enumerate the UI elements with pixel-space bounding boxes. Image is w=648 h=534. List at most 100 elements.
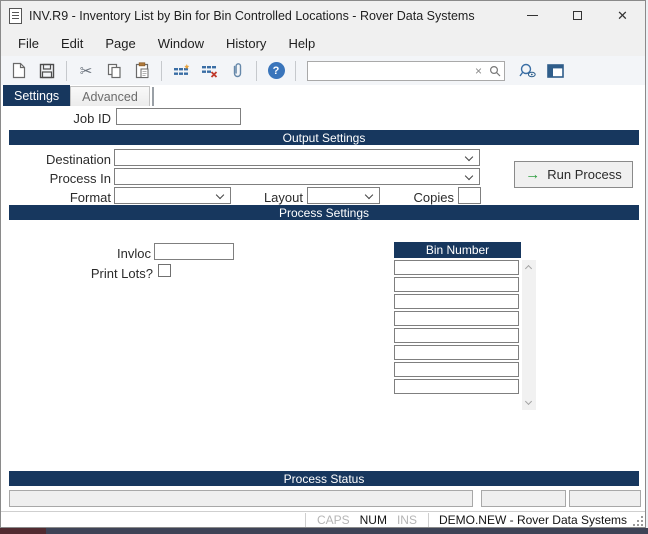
job-id-label: Job ID <box>31 111 111 126</box>
bin-number-input[interactable] <box>394 311 519 326</box>
window-controls: ✕ <box>510 1 645 30</box>
new-document-icon <box>12 62 26 79</box>
zoom-view-button[interactable] <box>515 59 539 83</box>
new-document-button[interactable] <box>7 59 31 83</box>
search-box: × <box>307 61 505 81</box>
copies-label: Copies <box>396 190 454 205</box>
format-select[interactable] <box>114 187 231 204</box>
search-input[interactable] <box>308 63 471 79</box>
maximize-button[interactable] <box>555 1 600 30</box>
toolbar-separator <box>161 61 162 81</box>
bin-number-input[interactable] <box>394 294 519 309</box>
destination-select[interactable] <box>114 149 480 166</box>
zoom-view-icon <box>519 63 536 78</box>
layout-panel-icon <box>547 64 564 78</box>
job-id-input[interactable] <box>116 108 241 125</box>
format-label: Format <box>11 190 111 205</box>
layout-panel-button[interactable] <box>543 59 567 83</box>
invloc-label: Invloc <box>61 246 151 261</box>
scroll-up-icon[interactable] <box>525 265 532 272</box>
run-process-label: Run Process <box>547 167 621 182</box>
minimize-button[interactable] <box>510 1 555 30</box>
save-button[interactable] <box>35 59 59 83</box>
statusbar: CAPS NUM INS DEMO.NEW - Rover Data Syste… <box>1 511 645 527</box>
minimize-icon <box>527 15 538 16</box>
toolbar-separator <box>256 61 257 81</box>
save-icon <box>39 63 55 79</box>
resize-grip[interactable] <box>633 514 643 526</box>
desktop-strip-accent <box>0 528 46 534</box>
menu-help[interactable]: Help <box>277 32 326 55</box>
tabstrip: Settings Advanced <box>3 85 154 106</box>
process-settings-header: Process Settings <box>9 205 639 220</box>
bin-number-input[interactable] <box>394 260 519 275</box>
search-go-button[interactable] <box>486 59 504 83</box>
bin-number-input[interactable] <box>394 345 519 360</box>
app-window: INV.R9 - Inventory List by Bin for Bin C… <box>0 0 646 528</box>
paste-icon <box>135 62 150 79</box>
paste-button[interactable] <box>130 59 154 83</box>
cut-button[interactable]: ✂ <box>74 59 98 83</box>
num-indicator: NUM <box>355 513 392 527</box>
bin-number-input[interactable] <box>394 379 519 394</box>
help-icon: ? <box>268 62 285 79</box>
caps-indicator: CAPS <box>312 513 355 527</box>
paperclip-icon <box>230 62 244 79</box>
chevron-down-icon <box>216 191 224 199</box>
toolbar-separator <box>66 61 67 81</box>
help-button[interactable]: ? <box>264 59 288 83</box>
run-arrow-icon: → <box>525 167 540 182</box>
menu-file[interactable]: File <box>7 32 50 55</box>
screen: INV.R9 - Inventory List by Bin for Bin C… <box>0 0 648 534</box>
process-status-field-2 <box>481 490 566 507</box>
close-button[interactable]: ✕ <box>600 1 645 30</box>
menu-window[interactable]: Window <box>147 32 215 55</box>
attach-button[interactable] <box>225 59 249 83</box>
statusbar-separator <box>428 513 429 527</box>
print-lots-checkbox[interactable] <box>158 264 171 277</box>
scroll-down-icon[interactable] <box>525 398 532 405</box>
delete-rows-icon <box>201 64 218 78</box>
bin-rows <box>394 260 519 396</box>
maximize-icon <box>573 11 582 20</box>
app-icon <box>9 8 22 24</box>
connection-status: DEMO.NEW - Rover Data Systems <box>435 513 631 527</box>
toolbar-separator <box>295 61 296 81</box>
window-title: INV.R9 - Inventory List by Bin for Bin C… <box>29 9 475 23</box>
copy-icon <box>107 63 122 79</box>
copy-button[interactable] <box>102 59 126 83</box>
menu-edit[interactable]: Edit <box>50 32 94 55</box>
invloc-input[interactable] <box>154 243 234 260</box>
bin-number-input[interactable] <box>394 277 519 292</box>
run-process-button[interactable]: → Run Process <box>514 161 633 188</box>
cut-icon: ✂ <box>80 62 93 80</box>
process-status-field-3 <box>569 490 641 507</box>
tab-settings[interactable]: Settings <box>3 85 70 106</box>
menu-history[interactable]: History <box>215 32 277 55</box>
chevron-down-icon <box>365 191 373 199</box>
bin-number-input[interactable] <box>394 362 519 377</box>
add-rows-icon <box>173 64 190 78</box>
tab-endcap <box>152 87 154 106</box>
print-lots-label: Print Lots? <box>59 266 153 281</box>
delete-rows-button[interactable] <box>197 59 221 83</box>
layout-select[interactable] <box>307 187 380 204</box>
process-in-select[interactable] <box>114 168 480 185</box>
ins-indicator: INS <box>392 513 422 527</box>
copies-input[interactable] <box>458 187 481 204</box>
desktop-strip <box>0 528 648 534</box>
titlebar: INV.R9 - Inventory List by Bin for Bin C… <box>1 1 645 30</box>
tab-advanced[interactable]: Advanced <box>70 86 150 106</box>
process-in-label: Process In <box>11 171 111 186</box>
add-rows-button[interactable] <box>169 59 193 83</box>
bin-number-input[interactable] <box>394 328 519 343</box>
menu-page[interactable]: Page <box>94 32 146 55</box>
menubar: File Edit Page Window History Help <box>1 30 645 56</box>
search-clear-icon[interactable]: × <box>471 64 486 78</box>
chevron-down-icon <box>465 172 473 180</box>
destination-label: Destination <box>11 152 111 167</box>
output-settings-header: Output Settings <box>9 130 639 145</box>
process-status-field-main <box>9 490 473 507</box>
chevron-down-icon <box>465 153 473 161</box>
bin-table-scrollbar[interactable] <box>522 260 536 410</box>
